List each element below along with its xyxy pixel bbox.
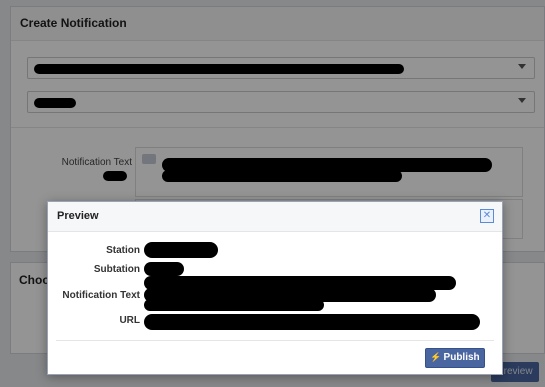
preview-modal: Preview ✕ Station Subtation Notification… bbox=[47, 201, 503, 375]
subtation-label: Subtation bbox=[93, 264, 140, 275]
close-icon[interactable]: ✕ bbox=[480, 209, 494, 223]
notification-text-label: Notification Text bbox=[62, 290, 140, 301]
divider bbox=[56, 340, 494, 341]
station-label: Station bbox=[106, 245, 140, 256]
redacted-value bbox=[144, 242, 218, 258]
publish-button[interactable]: ⚡ Publish bbox=[425, 348, 485, 368]
modal-title: Preview bbox=[48, 202, 502, 232]
redacted-value bbox=[144, 314, 480, 330]
publish-label: Publish bbox=[443, 352, 480, 363]
url-label: URL bbox=[119, 315, 140, 326]
redacted-value bbox=[144, 262, 184, 276]
lightning-icon: ⚡ bbox=[430, 352, 442, 362]
redacted-value bbox=[144, 299, 324, 311]
